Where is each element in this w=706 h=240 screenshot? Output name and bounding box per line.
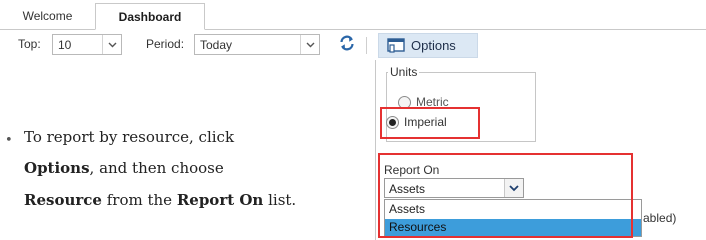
- instruction-line-3: Resource from the Report On list.: [24, 191, 296, 209]
- window-options-icon: [387, 37, 405, 54]
- instruction-text-3b: list.: [263, 191, 297, 209]
- report-on-emphasis: Report On: [176, 191, 264, 209]
- chevron-down-icon[interactable]: [102, 35, 121, 54]
- report-on-value: Assets: [389, 182, 426, 196]
- imperial-radio[interactable]: Imperial: [386, 113, 447, 131]
- metric-radio-label: Metric: [416, 95, 449, 109]
- instruction-text-3a: from the: [101, 191, 177, 209]
- period-label: Period:: [146, 37, 185, 51]
- bullet: •: [5, 133, 13, 148]
- top-count-select[interactable]: 10: [52, 34, 122, 55]
- report-on-option-resources[interactable]: Resources: [385, 219, 641, 236]
- options-panel: Units Metric Imperial Report On Assets A…: [375, 60, 706, 240]
- period-select[interactable]: Today: [194, 34, 320, 55]
- chevron-down-icon[interactable]: [300, 35, 319, 54]
- top-label: Top:: [18, 37, 41, 51]
- tab-welcome[interactable]: Welcome: [0, 3, 95, 30]
- radio-checked-icon[interactable]: [386, 115, 399, 129]
- report-on-options-list: Assets Resources: [384, 199, 642, 237]
- instruction-text-1: To report by resource, click: [24, 128, 235, 146]
- radio-unchecked-icon[interactable]: [398, 95, 411, 109]
- refresh-button[interactable]: [336, 34, 358, 56]
- report-on-option-assets[interactable]: Assets: [385, 201, 641, 218]
- top-count-value: 10: [58, 38, 72, 52]
- chevron-down-icon[interactable]: [504, 179, 523, 197]
- obscured-label-text: abled): [643, 211, 677, 225]
- metric-radio[interactable]: Metric: [398, 93, 449, 111]
- refresh-arrows-icon: [338, 34, 356, 57]
- instruction-line-1: To report by resource, click: [24, 128, 234, 146]
- report-on-dropdown[interactable]: Assets: [384, 178, 524, 198]
- instruction-line-2: Options, and then choose: [24, 159, 224, 177]
- instruction-text-2: , and then choose: [89, 159, 224, 177]
- tab-bar: Welcome Dashboard: [0, 0, 706, 30]
- period-value: Today: [200, 38, 233, 52]
- imperial-radio-label: Imperial: [404, 115, 447, 129]
- options-button[interactable]: Options: [378, 33, 478, 58]
- options-emphasis: Options: [24, 159, 90, 177]
- options-button-label: Options: [411, 38, 456, 53]
- toolbar-separator: [366, 37, 367, 54]
- toolbar: Top: 10 Period: Today Options: [0, 31, 706, 59]
- report-on-label: Report On: [384, 163, 440, 177]
- tab-dashboard[interactable]: Dashboard: [95, 3, 205, 30]
- units-group-title: Units: [388, 65, 420, 79]
- resource-emphasis: Resource: [24, 191, 102, 209]
